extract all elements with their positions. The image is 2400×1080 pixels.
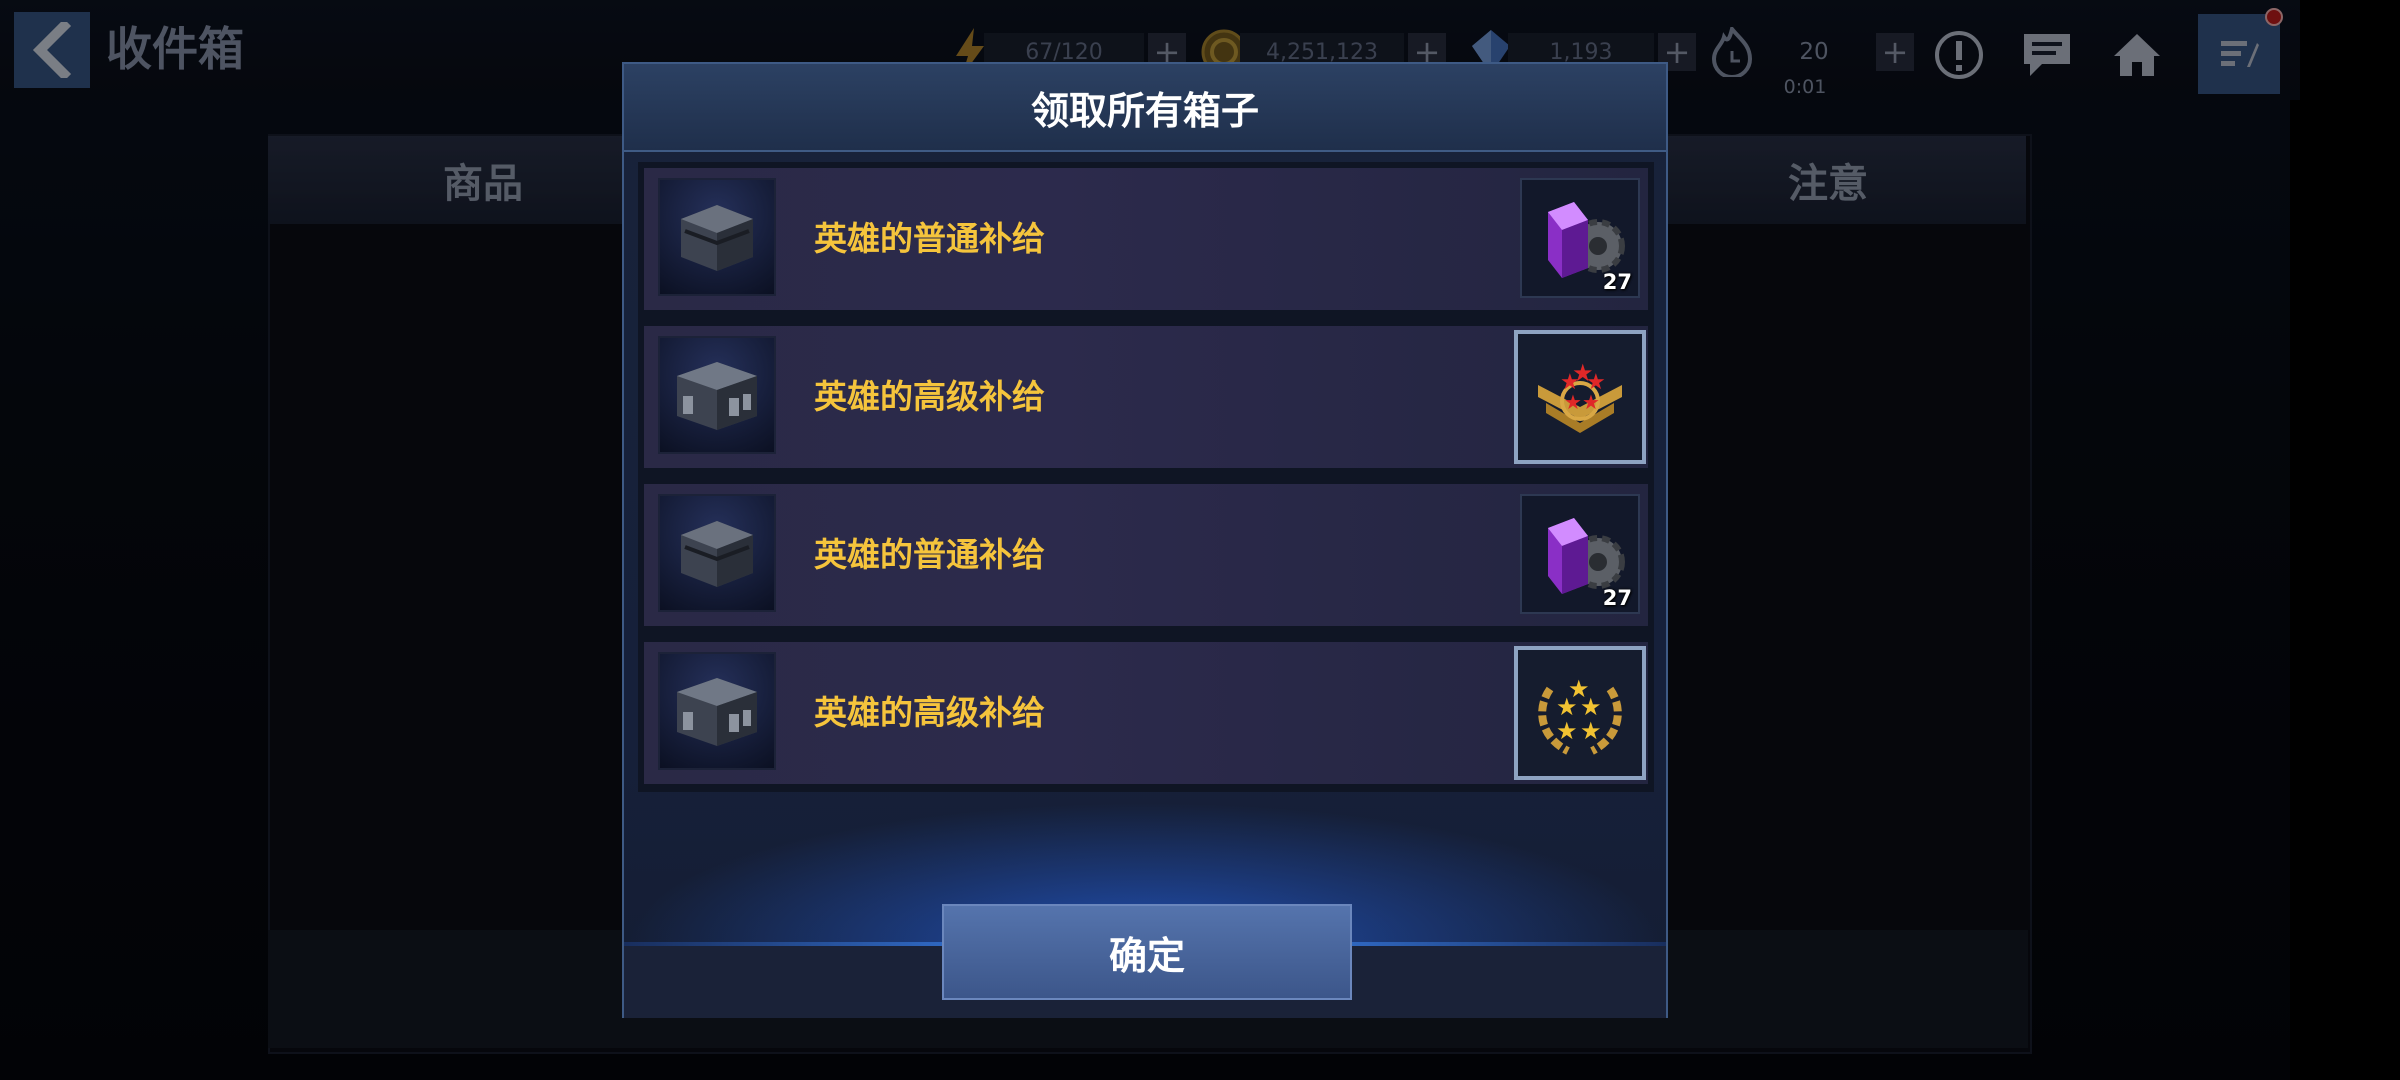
supply-crate-icon xyxy=(658,178,776,296)
reward-slot[interactable]: ★ ★ ★ ★ ★ xyxy=(1514,330,1646,464)
svg-text:★: ★ xyxy=(1564,390,1582,414)
laurel-five-stars-icon: ★ ★★★ ★ xyxy=(1538,675,1622,755)
reward-slot[interactable]: ★ ★ ★ ★ ★ xyxy=(1514,646,1646,780)
reward-slot[interactable]: 27 xyxy=(1520,178,1640,298)
list-item[interactable]: 英雄的普通补给 27 xyxy=(644,484,1648,626)
svg-text:★: ★ xyxy=(1556,717,1578,745)
reward-list: 英雄的普通补给 27 英雄的高级补给 ★ ★ ★ ★ ★ 英雄的普通补给 27 … xyxy=(638,162,1654,792)
claim-all-dialog: 领取所有箱子 英雄的普通补给 27 英雄的高级补给 ★ ★ ★ ★ ★ 英雄的普… xyxy=(622,62,1668,1018)
svg-text:★: ★ xyxy=(1568,675,1590,703)
list-item[interactable]: 英雄的高级补给 ★ ★ ★ ★ ★ xyxy=(644,326,1648,468)
dialog-title: 领取所有箱子 xyxy=(624,64,1666,152)
advanced-supply-crate-icon xyxy=(658,336,776,454)
item-label: 英雄的高级补给 xyxy=(814,693,1045,732)
item-label: 英雄的高级补给 xyxy=(814,377,1045,416)
rank-badge-red-stars-icon: ★★★★ ★ xyxy=(1538,359,1622,433)
supply-crate-icon xyxy=(658,494,776,612)
reward-count: 27 xyxy=(1602,270,1632,294)
confirm-button[interactable]: 确定 xyxy=(942,904,1352,1000)
reward-count: 27 xyxy=(1602,586,1632,610)
svg-text:★: ★ xyxy=(1580,717,1602,745)
reward-slot[interactable]: 27 xyxy=(1520,494,1640,614)
item-label: 英雄的普通补给 xyxy=(814,535,1045,574)
list-item[interactable]: 英雄的普通补给 27 xyxy=(644,168,1648,310)
svg-text:★: ★ xyxy=(1582,390,1600,414)
list-item[interactable]: 英雄的高级补给 ★ ★ ★ ★ ★ xyxy=(644,642,1648,784)
advanced-supply-crate-icon xyxy=(658,652,776,770)
item-label: 英雄的普通补给 xyxy=(814,219,1045,258)
